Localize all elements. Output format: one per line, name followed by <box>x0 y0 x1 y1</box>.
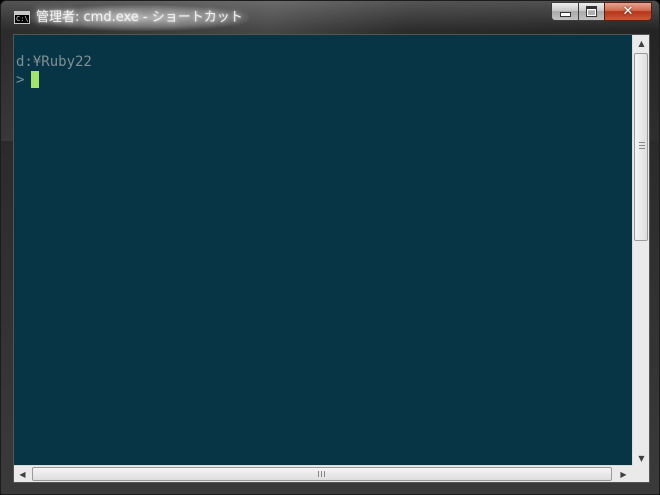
close-icon: ✕ <box>622 4 634 19</box>
window-title: 管理者: cmd.exe - ショートカット <box>36 10 243 25</box>
vertical-scrollbar[interactable]: ▲ ▼ <box>632 35 649 467</box>
horizontal-scrollbar[interactable]: ◀ ▶ <box>14 465 632 482</box>
horizontal-grip-icon <box>318 471 325 477</box>
vertical-grip-icon <box>639 142 645 149</box>
console-prompt: > <box>16 72 25 88</box>
console-icon[interactable]: C:\ <box>14 11 30 24</box>
maximize-icon <box>586 6 597 17</box>
scroll-right-arrow-icon[interactable]: ▶ <box>615 466 632 483</box>
scroll-left-arrow-icon[interactable]: ◀ <box>14 466 31 483</box>
console-output[interactable]: d:¥Ruby22 > <box>14 35 632 467</box>
console-window: C:\ 管理者: cmd.exe - ショートカット ✕ d:¥Ruby22 >… <box>0 0 660 495</box>
console-icon-text: C:\ <box>16 15 29 23</box>
close-button[interactable]: ✕ <box>604 2 652 21</box>
minimize-button[interactable] <box>551 2 578 21</box>
size-grip[interactable] <box>632 465 649 482</box>
minimize-icon <box>559 12 571 17</box>
console-path-line: d:¥Ruby22 <box>16 54 92 70</box>
text-cursor <box>31 71 39 88</box>
horizontal-scroll-thumb[interactable] <box>32 467 612 481</box>
vertical-scroll-thumb[interactable] <box>634 53 648 241</box>
title-bar[interactable]: C:\ 管理者: cmd.exe - ショートカット ✕ <box>1 1 659 33</box>
caption-buttons: ✕ <box>551 2 652 22</box>
console-client-area: d:¥Ruby22 > ▲ ▼ ◀ ▶ <box>13 34 650 483</box>
maximize-button[interactable] <box>578 2 604 21</box>
scroll-up-arrow-icon[interactable]: ▲ <box>633 35 650 52</box>
